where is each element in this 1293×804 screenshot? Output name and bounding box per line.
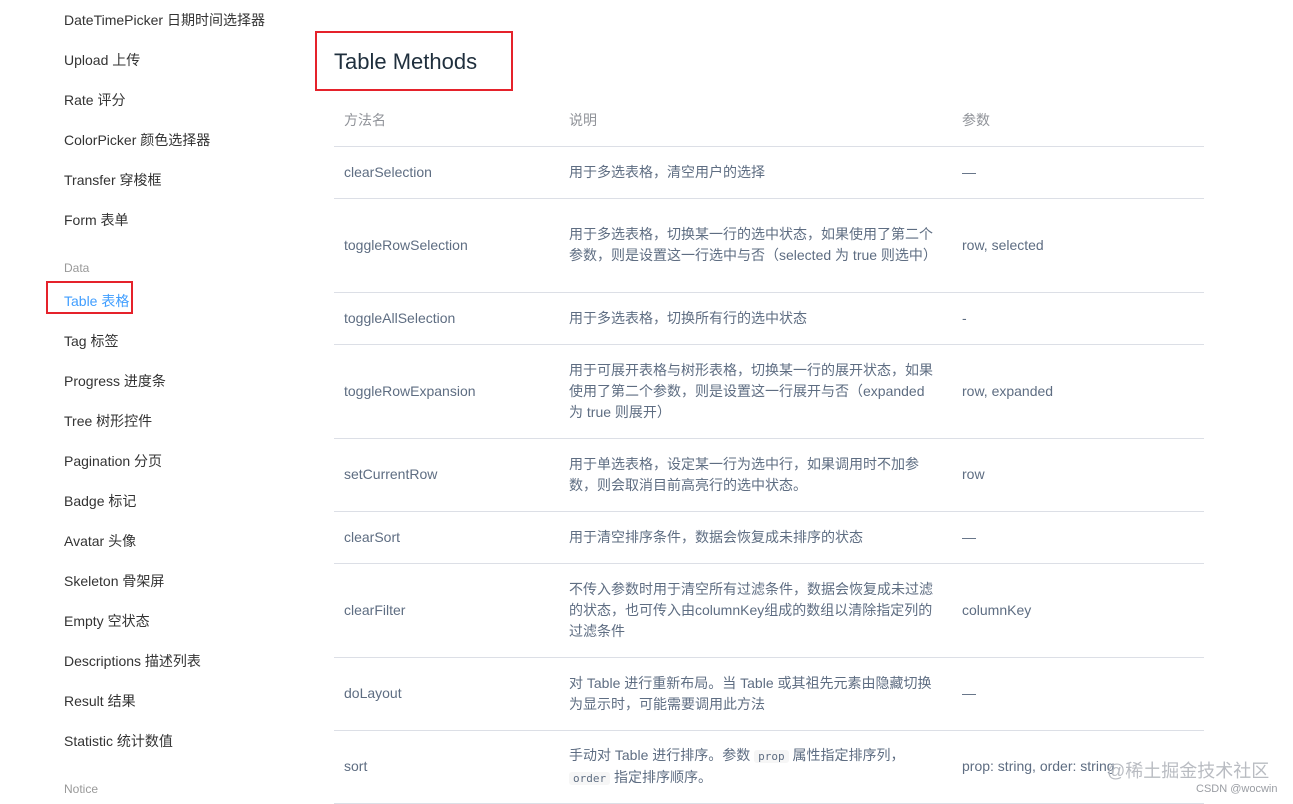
methods-table: 方法名 说明 参数 clearSelection 用于多选表格，清空用户的选择 … — [334, 94, 1204, 804]
code-order: order — [569, 771, 611, 785]
method-params: - — [952, 292, 1204, 345]
sidebar-item-badge[interactable]: Badge 标记 — [64, 491, 136, 511]
table-row: clearFilter 不传入参数时用于清空所有过滤条件，数据会恢复成未过滤的状… — [334, 563, 1204, 658]
method-params: columnKey — [952, 563, 1204, 658]
method-name: sort — [334, 730, 559, 804]
table-row: clearSelection 用于多选表格，清空用户的选择 — — [334, 146, 1204, 199]
sidebar-item-tree[interactable]: Tree 树形控件 — [64, 411, 152, 431]
method-description: 不传入参数时用于清空所有过滤条件，数据会恢复成未过滤的状态，也可传入由colum… — [559, 563, 952, 658]
method-description: 对 Table 进行重新布局。当 Table 或其祖先元素由隐藏切换为显示时，可… — [559, 657, 952, 731]
desc-text: 指定排序顺序。 — [610, 768, 713, 785]
page-title: Table Methods — [334, 49, 478, 74]
table-row: doLayout 对 Table 进行重新布局。当 Table 或其祖先元素由隐… — [334, 657, 1204, 731]
table-row: clearSort 用于清空排序条件，数据会恢复成未排序的状态 — — [334, 511, 1204, 564]
method-description: 用于多选表格，清空用户的选择 — [559, 146, 952, 199]
sidebar-item-progress[interactable]: Progress 进度条 — [64, 371, 166, 391]
table-row: toggleRowSelection 用于多选表格，切换某一行的选中状态，如果使… — [334, 198, 1204, 293]
method-description: 用于可展开表格与树形表格，切换某一行的展开状态，如果使用了第二个参数，则是设置这… — [559, 344, 952, 439]
sidebar: DateTimePicker 日期时间选择器 Upload 上传 Rate 评分… — [0, 0, 300, 804]
method-params: — — [952, 146, 1204, 199]
sidebar-item-rate[interactable]: Rate 评分 — [64, 90, 125, 110]
header-params: 参数 — [952, 94, 1204, 147]
sidebar-item-datetimepicker[interactable]: DateTimePicker 日期时间选择器 — [64, 10, 265, 30]
sidebar-item-colorpicker[interactable]: ColorPicker 颜色选择器 — [64, 130, 210, 150]
method-params: row, selected — [952, 198, 1204, 293]
method-name: toggleAllSelection — [334, 292, 559, 345]
sidebar-item-tag[interactable]: Tag 标签 — [64, 331, 118, 351]
method-params: — — [952, 657, 1204, 731]
sidebar-item-statistic[interactable]: Statistic 统计数值 — [64, 731, 173, 751]
method-name: clearSort — [334, 511, 559, 564]
method-params: — — [952, 511, 1204, 564]
watermark-csdn: CSDN @wocwin — [1196, 783, 1278, 795]
method-name: setCurrentRow — [334, 438, 559, 512]
table-row: toggleRowExpansion 用于可展开表格与树形表格，切换某一行的展开… — [334, 344, 1204, 439]
watermark-juejin: @稀土掘金技术社区 — [1107, 761, 1270, 781]
page: DateTimePicker 日期时间选择器 Upload 上传 Rate 评分… — [0, 0, 1293, 804]
method-name: clearSelection — [334, 146, 559, 199]
desc-text: 手动对 Table 进行排序。参数 — [569, 746, 755, 763]
header-description: 说明 — [559, 94, 952, 147]
sidebar-item-avatar[interactable]: Avatar 头像 — [64, 531, 136, 551]
desc-text: 属性指定排序列， — [788, 746, 905, 763]
sidebar-group-data: Data — [64, 261, 90, 275]
method-name: doLayout — [334, 657, 559, 731]
method-description: 手动对 Table 进行排序。参数 prop 属性指定排序列， order 指定排… — [559, 730, 952, 804]
sidebar-item-transfer[interactable]: Transfer 穿梭框 — [64, 170, 162, 190]
code-prop: prop — [754, 749, 789, 763]
header-method-name: 方法名 — [334, 94, 559, 147]
sidebar-item-table[interactable]: Table 表格 — [64, 291, 129, 311]
method-description: 用于清空排序条件，数据会恢复成未排序的状态 — [559, 511, 952, 564]
sidebar-group-notice: Notice — [64, 782, 99, 796]
method-name: toggleRowExpansion — [334, 344, 559, 439]
sidebar-item-pagination[interactable]: Pagination 分页 — [64, 451, 162, 471]
method-description: 用于多选表格，切换所有行的选中状态 — [559, 292, 952, 345]
sidebar-item-skeleton[interactable]: Skeleton 骨架屏 — [64, 571, 164, 591]
method-name: clearFilter — [334, 563, 559, 658]
method-description: 用于单选表格，设定某一行为选中行，如果调用时不加参数，则会取消目前高亮行的选中状… — [559, 438, 952, 512]
sidebar-item-descriptions[interactable]: Descriptions 描述列表 — [64, 651, 201, 671]
method-params: row — [952, 438, 1204, 512]
table-header: 方法名 说明 参数 — [334, 94, 1204, 147]
table-row: toggleAllSelection 用于多选表格，切换所有行的选中状态 - — [334, 292, 1204, 345]
sidebar-item-empty[interactable]: Empty 空状态 — [64, 611, 150, 631]
sidebar-item-form[interactable]: Form 表单 — [64, 210, 129, 230]
sidebar-item-upload[interactable]: Upload 上传 — [64, 50, 140, 70]
table-row: setCurrentRow 用于单选表格，设定某一行为选中行，如果调用时不加参数… — [334, 438, 1204, 512]
sidebar-item-result[interactable]: Result 结果 — [64, 691, 136, 711]
table-row: sort 手动对 Table 进行排序。参数 prop 属性指定排序列， orde… — [334, 730, 1204, 804]
method-name: toggleRowSelection — [334, 198, 559, 293]
method-description: 用于多选表格，切换某一行的选中状态，如果使用了第二个参数，则是设置这一行选中与否… — [559, 198, 952, 293]
method-params: row, expanded — [952, 344, 1204, 439]
